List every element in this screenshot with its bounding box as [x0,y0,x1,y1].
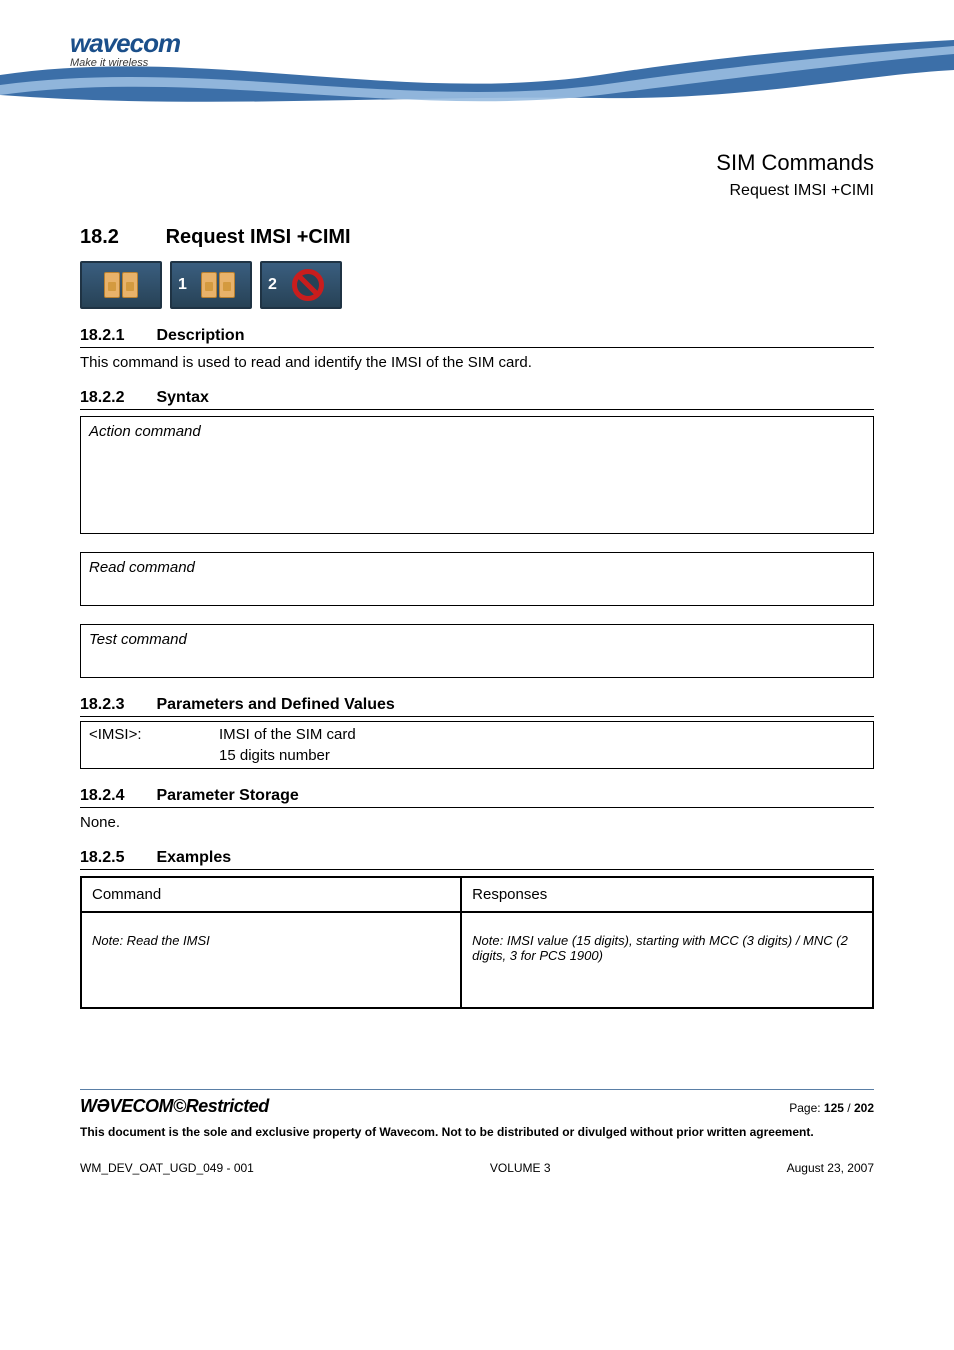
page-footer: WƏVECOM©Restricted Page: 125 / 202 This … [80,1089,874,1175]
param-key: <IMSI>: [89,726,219,743]
footer-volume: VOLUME 3 [490,1161,551,1175]
read-command-box: Read command [80,552,874,606]
page-label: Page: [789,1101,824,1115]
param-line-1: IMSI of the SIM card [219,726,865,743]
section-number: 18.2 [80,226,160,249]
subsection-number: 18.2.4 [80,787,152,805]
subsection-number: 18.2.3 [80,696,152,714]
footer-logo: WƏVECOM [80,1096,173,1116]
page-sep: / [844,1101,854,1115]
subsection-title: Description [156,327,244,344]
icon-badge-2: 2 [268,276,277,294]
subsection-examples: 18.2.5 Examples [80,849,874,870]
header-swoosh [0,40,954,110]
col-command: Command [81,877,461,912]
page-header-band: wavecom Make it wireless [0,0,954,140]
col-responses: Responses [461,877,873,912]
subsection-title: Examples [156,849,231,866]
forbidden-icon [292,269,324,301]
subsection-number: 18.2.2 [80,389,152,407]
subsection-title: Syntax [156,389,208,406]
parameters-table: <IMSI>: IMSI of the SIM card 15 digits n… [80,721,874,769]
footer-date: August 23, 2007 [787,1161,874,1175]
footer-disclaimer: This document is the sole and exclusive … [80,1125,874,1139]
subsection-description: 18.2.1 Description [80,327,874,348]
footer-docid: WM_DEV_OAT_UGD_049 - 001 [80,1161,254,1175]
sim-dual-icon [80,261,162,309]
page-total: 202 [854,1101,874,1115]
subsection-number: 18.2.5 [80,849,152,867]
footer-copyright: ©Restricted [173,1096,269,1116]
page-indicator: Page: 125 / 202 [789,1101,874,1115]
sim-slot-2-forbidden-icon: 2 [260,261,342,309]
subsection-parameters: 18.2.3 Parameters and Defined Values [80,696,874,717]
icon-badge-1: 1 [178,276,187,294]
storage-text: None. [80,814,874,831]
action-command-box: Action command [80,416,874,534]
subsection-syntax: 18.2.2 Syntax [80,389,874,410]
subsection-title: Parameter Storage [156,787,298,804]
sim-slot-1-icon: 1 [170,261,252,309]
page-subtitle: Request IMSI +CIMI [80,182,874,200]
read-command-label: Read command [89,559,865,576]
test-command-box: Test command [80,624,874,678]
subsection-title: Parameters and Defined Values [156,696,394,713]
description-text: This command is used to read and identif… [80,354,874,371]
param-line-2: 15 digits number [219,747,865,764]
section-heading: 18.2 Request IMSI +CIMI [80,226,874,249]
test-command-label: Test command [89,631,865,648]
examples-table: Command Responses Note: Read the IMSI No… [80,876,874,1009]
section-title: Request IMSI +CIMI [166,226,351,248]
subsection-number: 18.2.1 [80,327,152,345]
capability-icons-row: 1 2 [80,261,874,309]
table-row: Note: Read the IMSI Note: IMSI value (15… [81,912,873,1008]
response-note: Note: IMSI value (15 digits), starting w… [472,933,862,963]
cell-command: Note: Read the IMSI [81,912,461,1008]
action-command-label: Action command [89,423,865,440]
page-title: SIM Commands [80,150,874,176]
command-note: Note: Read the IMSI [92,933,450,948]
table-header-row: Command Responses [81,877,873,912]
subsection-storage: 18.2.4 Parameter Storage [80,787,874,808]
cell-responses: Note: IMSI value (15 digits), starting w… [461,912,873,1008]
page-current: 125 [824,1101,844,1115]
